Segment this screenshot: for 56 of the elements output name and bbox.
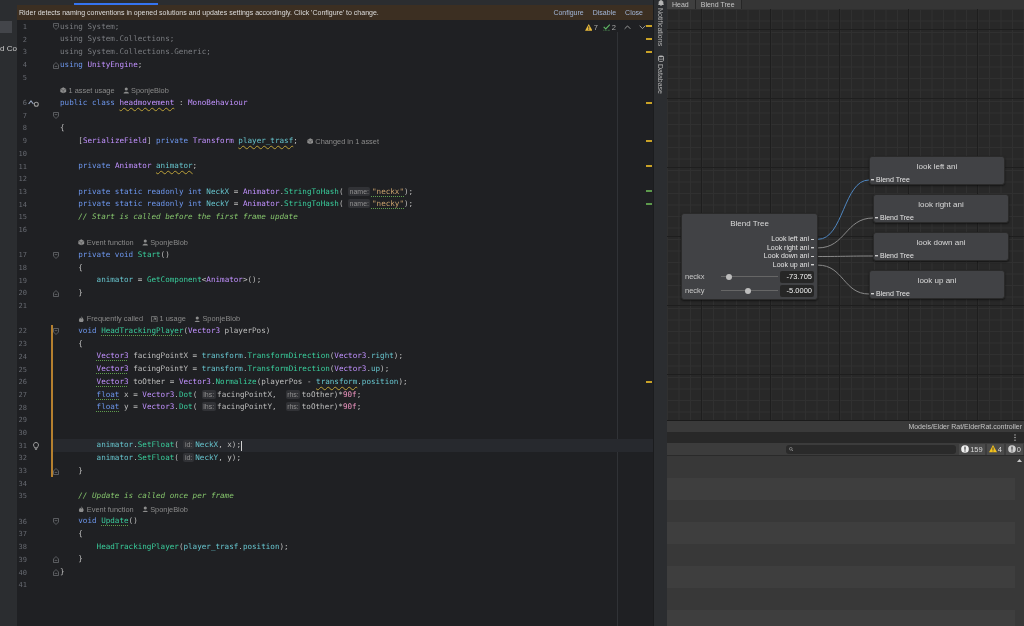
flame-icon bbox=[78, 505, 85, 513]
check-icon bbox=[602, 24, 611, 31]
person-icon bbox=[141, 505, 149, 513]
port-icon[interactable] bbox=[811, 255, 814, 258]
slider-track[interactable] bbox=[721, 287, 778, 294]
search-field[interactable] bbox=[786, 444, 957, 454]
slider-track[interactable] bbox=[721, 273, 778, 280]
fold-icon[interactable] bbox=[53, 112, 59, 120]
node-title: look right ani bbox=[917, 199, 965, 211]
fold-icon[interactable] bbox=[53, 518, 59, 526]
person-icon bbox=[193, 315, 201, 322]
panel-item-label[interactable]: d Co bbox=[0, 44, 17, 53]
cube-icon bbox=[60, 87, 67, 94]
warning-marker-icon bbox=[646, 380, 652, 383]
node-title: look up ani bbox=[916, 275, 958, 287]
fold-end-icon[interactable] bbox=[53, 467, 59, 475]
warning-marker-icon bbox=[646, 25, 652, 28]
fold-end-icon[interactable] bbox=[53, 61, 59, 69]
warning-marker-icon bbox=[646, 38, 652, 41]
cube-icon bbox=[78, 239, 85, 246]
fold-end-icon[interactable] bbox=[53, 556, 59, 564]
person-icon bbox=[122, 87, 130, 94]
error-icon bbox=[1007, 445, 1016, 453]
warning-marker-icon bbox=[646, 165, 652, 168]
fold-icon[interactable] bbox=[53, 327, 59, 335]
slider-thumb[interactable] bbox=[725, 273, 732, 280]
fold-icon[interactable] bbox=[53, 251, 59, 259]
warning-marker-icon bbox=[646, 101, 652, 104]
up-arrow-ring-icon[interactable] bbox=[28, 99, 39, 107]
square-arrow-icon bbox=[151, 315, 158, 322]
lightbulb-icon[interactable] bbox=[33, 441, 39, 450]
node-title: Blend Tree bbox=[729, 218, 770, 230]
panel-row-highlight bbox=[0, 21, 12, 33]
search-icon bbox=[789, 446, 794, 452]
cube-icon bbox=[306, 137, 314, 145]
chevron-down-icon[interactable] bbox=[639, 25, 646, 30]
fold-icon[interactable] bbox=[53, 23, 59, 31]
typo-marker-icon bbox=[646, 203, 652, 206]
chevron-up-icon[interactable] bbox=[624, 25, 631, 30]
database-icon bbox=[657, 55, 664, 63]
typo-marker-icon bbox=[646, 190, 652, 193]
node-title: look left ani bbox=[915, 161, 959, 173]
slider-thumb[interactable] bbox=[744, 287, 751, 294]
info-icon bbox=[961, 445, 970, 453]
node-title: look down ani bbox=[915, 237, 967, 249]
warning-icon bbox=[988, 445, 997, 453]
bell-icon bbox=[657, 0, 664, 6]
warning-marker-icon bbox=[646, 139, 652, 142]
text-cursor bbox=[241, 440, 242, 451]
warning-icon bbox=[584, 24, 593, 31]
warning-marker-icon bbox=[646, 50, 652, 53]
flame-icon bbox=[78, 315, 85, 322]
fold-end-icon[interactable] bbox=[53, 569, 59, 576]
scroll-up-icon[interactable] bbox=[1017, 459, 1022, 462]
fold-end-icon[interactable] bbox=[53, 289, 59, 297]
person-icon bbox=[141, 239, 149, 246]
